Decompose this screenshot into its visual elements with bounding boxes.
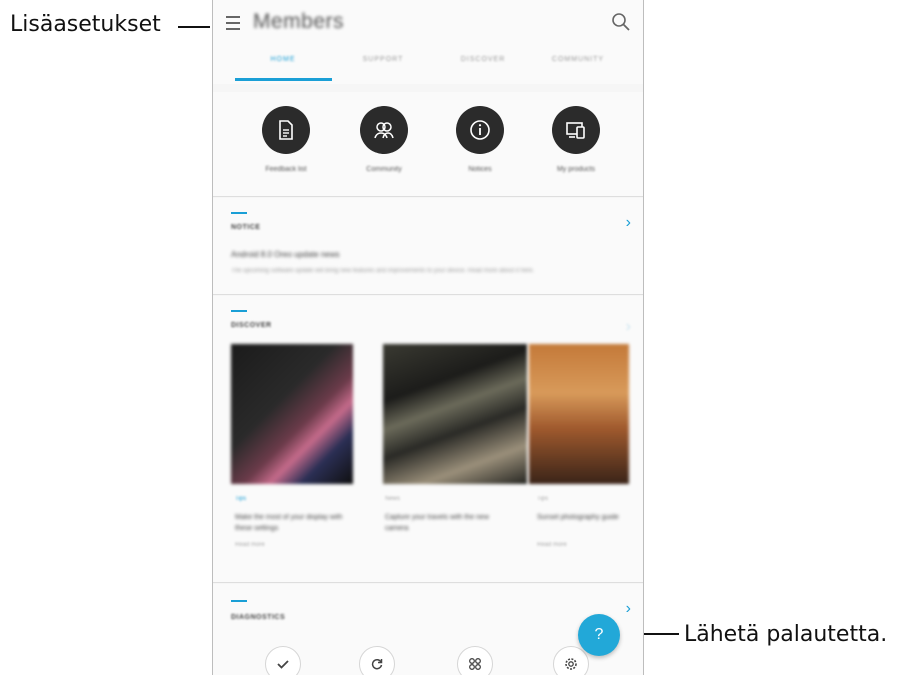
article-title[interactable]: Capture your travels with the new camera — [385, 512, 513, 534]
notice-card[interactable]: NOTICE › Android 8.0 Oreo update news Th… — [213, 198, 643, 294]
notice-title: Android 8.0 Oreo update news — [231, 250, 340, 259]
tab-home[interactable]: HOME — [233, 56, 333, 63]
app-bar: Members — [213, 0, 643, 44]
article-title[interactable]: Make the most of your display with these… — [235, 512, 353, 534]
divider — [213, 582, 643, 583]
article-subtitle: Read more — [537, 542, 567, 548]
callout-menu-label: Lisäasetukset — [10, 12, 161, 37]
section-accent — [231, 600, 247, 602]
quick-action-my-products[interactable]: My products — [531, 106, 621, 173]
discover-card: DISCOVER › Tips Make the most of your di… — [213, 296, 643, 582]
quick-action-label: Notices — [468, 166, 492, 173]
quick-action-feedback-list[interactable]: Feedback list — [241, 106, 331, 173]
chevron-right-icon[interactable]: › — [626, 600, 631, 618]
article-meta: Tips — [235, 496, 247, 502]
tab-community[interactable]: COMMUNITY — [528, 56, 628, 63]
help-icon: ? — [594, 626, 604, 643]
quick-action-notices[interactable]: Notices — [435, 106, 525, 173]
app-title: Members — [253, 10, 345, 33]
chevron-right-icon[interactable]: › — [626, 214, 631, 232]
quick-action-label: My products — [556, 166, 596, 173]
apps-grid-icon[interactable] — [457, 646, 493, 675]
diagnostics-header: DIAGNOSTICS — [231, 614, 286, 621]
people-icon — [360, 106, 408, 154]
divider — [213, 196, 643, 197]
help-fab-button[interactable]: ? — [578, 614, 620, 656]
search-icon[interactable] — [611, 12, 631, 32]
notice-description: The upcoming software update will bring … — [231, 268, 535, 274]
hamburger-menu-icon[interactable] — [226, 16, 240, 30]
devices-icon — [552, 106, 600, 154]
section-accent — [231, 310, 247, 312]
document-icon — [262, 106, 310, 154]
callout-leader-line — [178, 26, 210, 28]
settings-icon[interactable] — [553, 646, 589, 675]
quick-action-label: Feedback list — [265, 166, 307, 173]
active-tab-indicator — [235, 78, 332, 81]
article-meta: Tips — [537, 496, 549, 502]
article-meta: News — [385, 496, 401, 502]
article-title[interactable]: Sunset photography guide — [537, 512, 627, 523]
divider — [213, 294, 643, 295]
quick-actions-card: Feedback list Community Notices My produ… — [213, 92, 643, 196]
article-thumbnail[interactable] — [383, 344, 527, 484]
notice-header: NOTICE — [231, 224, 261, 231]
tab-discover[interactable]: DISCOVER — [433, 56, 533, 63]
article-thumbnail[interactable] — [231, 344, 353, 484]
refresh-icon[interactable] — [359, 646, 395, 675]
info-icon — [456, 106, 504, 154]
quick-action-community[interactable]: Community — [339, 106, 429, 173]
check-icon[interactable] — [265, 646, 301, 675]
section-accent — [231, 212, 247, 214]
quick-action-label: Community — [366, 166, 402, 173]
chevron-right-icon[interactable]: › — [626, 318, 631, 336]
article-subtitle: Read more — [235, 542, 265, 548]
phone-screen: Members HOME SUPPORT DISCOVER COMMUNITY … — [212, 0, 644, 675]
callout-feedback-label: Lähetä palautetta. — [684, 622, 888, 647]
tab-support[interactable]: SUPPORT — [333, 56, 433, 63]
discover-header: DISCOVER — [231, 322, 272, 329]
article-thumbnail[interactable] — [529, 344, 629, 484]
